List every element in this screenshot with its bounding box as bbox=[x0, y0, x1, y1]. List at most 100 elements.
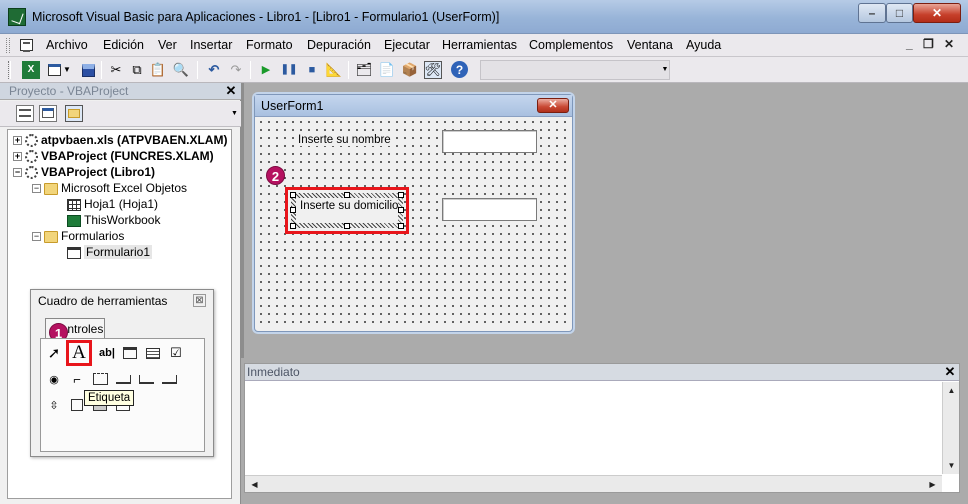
expander-icon[interactable]: − bbox=[13, 168, 22, 178]
menu-edicion[interactable]: Edición bbox=[103, 37, 144, 54]
resize-handle[interactable] bbox=[398, 207, 404, 213]
tree-item[interactable]: − Formularios bbox=[8, 228, 231, 244]
undo-icon[interactable]: ↶ bbox=[205, 61, 223, 79]
menu-complementos[interactable]: Complementos bbox=[529, 37, 613, 54]
tree-item[interactable]: Hoja1 (Hoja1) bbox=[8, 196, 231, 212]
select-pointer-icon[interactable]: ➚ bbox=[44, 343, 64, 363]
spinbutton-tool-icon[interactable]: ⇳ bbox=[44, 395, 64, 415]
resize-handle[interactable] bbox=[344, 192, 350, 198]
immediate-vscroll[interactable]: ▲ ▼ bbox=[942, 382, 959, 474]
paste-icon[interactable]: 📋 bbox=[149, 61, 167, 79]
textbox-nombre[interactable] bbox=[442, 130, 537, 153]
combobox-tool-icon[interactable] bbox=[120, 343, 140, 363]
resize-handle[interactable] bbox=[344, 223, 350, 229]
toolbar-grip[interactable] bbox=[8, 61, 11, 79]
project-explorer-icon[interactable]: 🗂 bbox=[355, 61, 373, 79]
tree-item[interactable]: + VBAProject (FUNCRES.XLAM) bbox=[8, 148, 231, 164]
scroll-left-icon[interactable]: ◀ bbox=[247, 477, 262, 492]
properties-icon[interactable]: 📄 bbox=[378, 61, 396, 79]
menu-ejecutar[interactable]: Ejecutar bbox=[384, 37, 430, 54]
tree-item-label: VBAProject (FUNCRES.XLAM) bbox=[41, 149, 214, 163]
toolbox-close-button[interactable]: ⊠ bbox=[193, 294, 206, 307]
save-icon[interactable] bbox=[79, 61, 97, 79]
expander-icon[interactable]: + bbox=[13, 136, 22, 146]
togglebutton-tool-icon[interactable]: ⌐ bbox=[67, 369, 87, 389]
design-mode-icon[interactable]: 📐 bbox=[325, 61, 343, 79]
scroll-up-icon[interactable]: ▲ bbox=[944, 383, 959, 398]
toolbox-icon[interactable]: 🛠 bbox=[424, 61, 442, 79]
menu-ventana[interactable]: Ventana bbox=[627, 37, 673, 54]
run-icon[interactable]: ▶ bbox=[257, 61, 275, 79]
project-close-button[interactable]: ✕ bbox=[223, 83, 239, 99]
tree-item[interactable]: ThisWorkbook bbox=[8, 212, 231, 228]
view-object-button[interactable] bbox=[39, 105, 57, 122]
view-code-button[interactable] bbox=[16, 105, 34, 122]
mdi-close-button[interactable]: ✕ bbox=[944, 37, 954, 51]
expander-icon[interactable]: + bbox=[13, 152, 22, 162]
toggle-folders-button[interactable] bbox=[65, 105, 83, 122]
tree-item-selected[interactable]: Formulario1 bbox=[8, 244, 231, 260]
textbox-domicilio[interactable] bbox=[442, 198, 537, 221]
splitter-left[interactable] bbox=[241, 83, 244, 358]
userform-titlebar[interactable]: UserForm1 ✕ bbox=[255, 95, 572, 117]
designer-vscroll[interactable] bbox=[949, 83, 968, 358]
form-window-icon[interactable] bbox=[20, 39, 33, 52]
immediate-hscroll[interactable]: ◀ ▶ bbox=[245, 475, 942, 492]
resize-handle[interactable] bbox=[398, 192, 404, 198]
tree-item[interactable]: + atpvbaen.xls (ATPVBAEN.XLAM) bbox=[8, 132, 231, 148]
scroll-down-icon[interactable]: ▼ bbox=[944, 458, 959, 473]
label-tool-icon[interactable]: A bbox=[66, 340, 92, 366]
tabstrip-tool-icon[interactable] bbox=[136, 369, 156, 389]
excel-icon[interactable]: X bbox=[22, 61, 40, 79]
label-inserte-domicilio[interactable]: Inserte su domicilio bbox=[300, 200, 398, 212]
listbox-tool-icon[interactable] bbox=[143, 343, 163, 363]
mdi-restore-button[interactable]: ❐ bbox=[923, 37, 934, 51]
menu-ayuda[interactable]: Ayuda bbox=[686, 37, 721, 54]
selected-label-highlight[interactable]: Inserte su domicilio bbox=[285, 187, 409, 234]
multipage-tool-icon[interactable] bbox=[159, 369, 179, 389]
callout-badge-2: 2 bbox=[266, 166, 285, 185]
menu-depuracion[interactable]: Depuración bbox=[307, 37, 371, 54]
tree-item[interactable]: − Microsoft Excel Objetos bbox=[8, 180, 231, 196]
minimize-button[interactable]: – bbox=[858, 3, 886, 23]
resize-handle[interactable] bbox=[290, 207, 296, 213]
menu-formato[interactable]: Formato bbox=[246, 37, 293, 54]
cut-icon[interactable]: ✂ bbox=[107, 61, 125, 79]
project-toolbar-overflow-icon[interactable]: ▼ bbox=[229, 105, 240, 123]
resize-handle[interactable] bbox=[398, 223, 404, 229]
textbox-tool-icon[interactable]: ab| bbox=[97, 343, 117, 363]
redo-icon[interactable]: ↷ bbox=[227, 61, 245, 79]
menubar-grip[interactable] bbox=[6, 38, 10, 53]
optionbutton-tool-icon[interactable]: ◉ bbox=[44, 369, 64, 389]
resize-handle[interactable] bbox=[290, 223, 296, 229]
menu-ver[interactable]: Ver bbox=[158, 37, 177, 54]
scroll-right-icon[interactable]: ▶ bbox=[925, 477, 940, 492]
expander-icon[interactable]: − bbox=[32, 184, 41, 194]
break-icon[interactable]: ❚❚ bbox=[280, 61, 298, 79]
immediate-close-button[interactable]: ✕ bbox=[942, 364, 958, 380]
commandbutton-tool-icon[interactable] bbox=[113, 369, 133, 389]
userform-close-button[interactable]: ✕ bbox=[537, 98, 569, 113]
menu-archivo[interactable]: Archivo bbox=[46, 37, 88, 54]
userform-canvas[interactable]: Inserte su nombre 2 Inserte su domicilio bbox=[257, 118, 570, 329]
help-icon[interactable]: ? bbox=[451, 61, 468, 78]
mdi-minimize-button[interactable]: _ bbox=[906, 37, 913, 51]
checkbox-tool-icon[interactable]: ☑ bbox=[166, 343, 186, 363]
label-inserte-nombre[interactable]: Inserte su nombre bbox=[297, 134, 392, 146]
toolbar-overflow-icon[interactable]: ▼ bbox=[660, 61, 670, 79]
chevron-down-icon[interactable]: ▼ bbox=[62, 61, 72, 79]
insert-userform-icon[interactable] bbox=[45, 61, 63, 79]
resize-handle[interactable] bbox=[290, 192, 296, 198]
frame-tool-icon[interactable] bbox=[90, 369, 110, 389]
object-browser-icon[interactable]: 📦 bbox=[401, 61, 419, 79]
menu-herramientas[interactable]: Herramientas bbox=[442, 37, 517, 54]
copy-icon[interactable]: ⧉ bbox=[128, 61, 146, 79]
immediate-text-area[interactable] bbox=[245, 382, 942, 475]
maximize-button[interactable]: □ bbox=[886, 3, 913, 23]
tree-item[interactable]: − VBAProject (Libro1) bbox=[8, 164, 231, 180]
close-button[interactable]: ✕ bbox=[913, 3, 961, 23]
expander-icon[interactable]: − bbox=[32, 232, 41, 242]
reset-icon[interactable]: ■ bbox=[303, 61, 321, 79]
find-icon[interactable]: 🔍 bbox=[172, 61, 190, 79]
menu-insertar[interactable]: Insertar bbox=[190, 37, 232, 54]
